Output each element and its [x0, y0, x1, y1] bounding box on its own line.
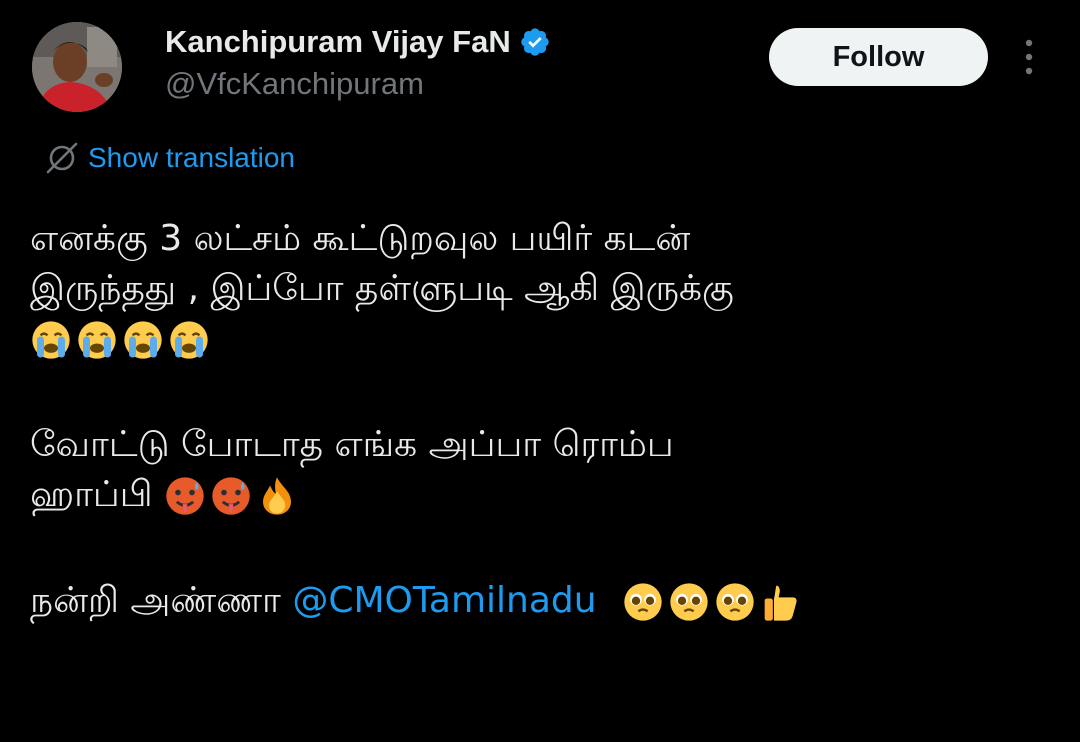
- tweet-line: நன்றி அண்ணா @CMOTamilnadu: [30, 576, 1060, 626]
- display-name[interactable]: Kanchipuram Vijay FaN: [165, 24, 511, 60]
- fire-emoji-icon: [263, 477, 292, 515]
- hot-face-emoji-icon: [212, 477, 250, 515]
- tweet-line: இருந்தது , இப்போ தள்ளுபடி ஆகி இருக்கு: [30, 268, 734, 309]
- author-handle[interactable]: @VfcKanchipuram: [165, 66, 551, 102]
- verified-badge-icon[interactable]: [519, 26, 551, 58]
- tweet-line: வோட்டு போடாத எங்க அப்பா ரொம்ப: [30, 424, 674, 465]
- follow-button[interactable]: Follow: [769, 28, 988, 86]
- tweet-word: ஹாப்பி: [30, 474, 153, 515]
- show-translation-label: Show translation: [88, 142, 296, 173]
- crying-face-emoji-icon: [78, 321, 116, 359]
- avatar-image: [32, 22, 122, 112]
- tweet: Kanchipuram Vijay FaN @VfcKanchipuram Fo…: [0, 0, 1080, 742]
- tweet-emoji-line: [30, 314, 1060, 364]
- tweet-line: எனக்கு 3 லட்சம் கூட்டுறவுல பயிர் கடன்: [30, 218, 691, 259]
- pleading-face-emoji-icon: [716, 583, 754, 621]
- mention-link[interactable]: @CMOTamilnadu: [292, 580, 596, 621]
- crying-face-emoji-icon: [124, 321, 162, 359]
- pleading-face-emoji-icon: [670, 583, 708, 621]
- crying-face-emoji-icon: [170, 321, 208, 359]
- author-block: Kanchipuram Vijay FaN @VfcKanchipuram: [165, 22, 551, 102]
- translate-globe-icon: [44, 140, 80, 176]
- more-options-icon[interactable]: [1014, 34, 1044, 80]
- tweet-words: நன்றி அண்ணா: [30, 580, 281, 621]
- crying-face-emoji-icon: [32, 321, 70, 359]
- avatar[interactable]: [32, 22, 122, 112]
- pleading-face-emoji-icon: [624, 583, 662, 621]
- tweet-line: ஹாப்பி: [30, 470, 1060, 520]
- hot-face-emoji-icon: [166, 477, 204, 515]
- tweet-text: எனக்கு 3 லட்சம் கூட்டுறவுல பயிர் கடன் இர…: [30, 214, 1060, 626]
- name-row: Kanchipuram Vijay FaN: [165, 22, 551, 62]
- show-translation-link[interactable]: Show translation: [44, 140, 295, 176]
- thumbs-up-emoji-icon: [764, 585, 797, 621]
